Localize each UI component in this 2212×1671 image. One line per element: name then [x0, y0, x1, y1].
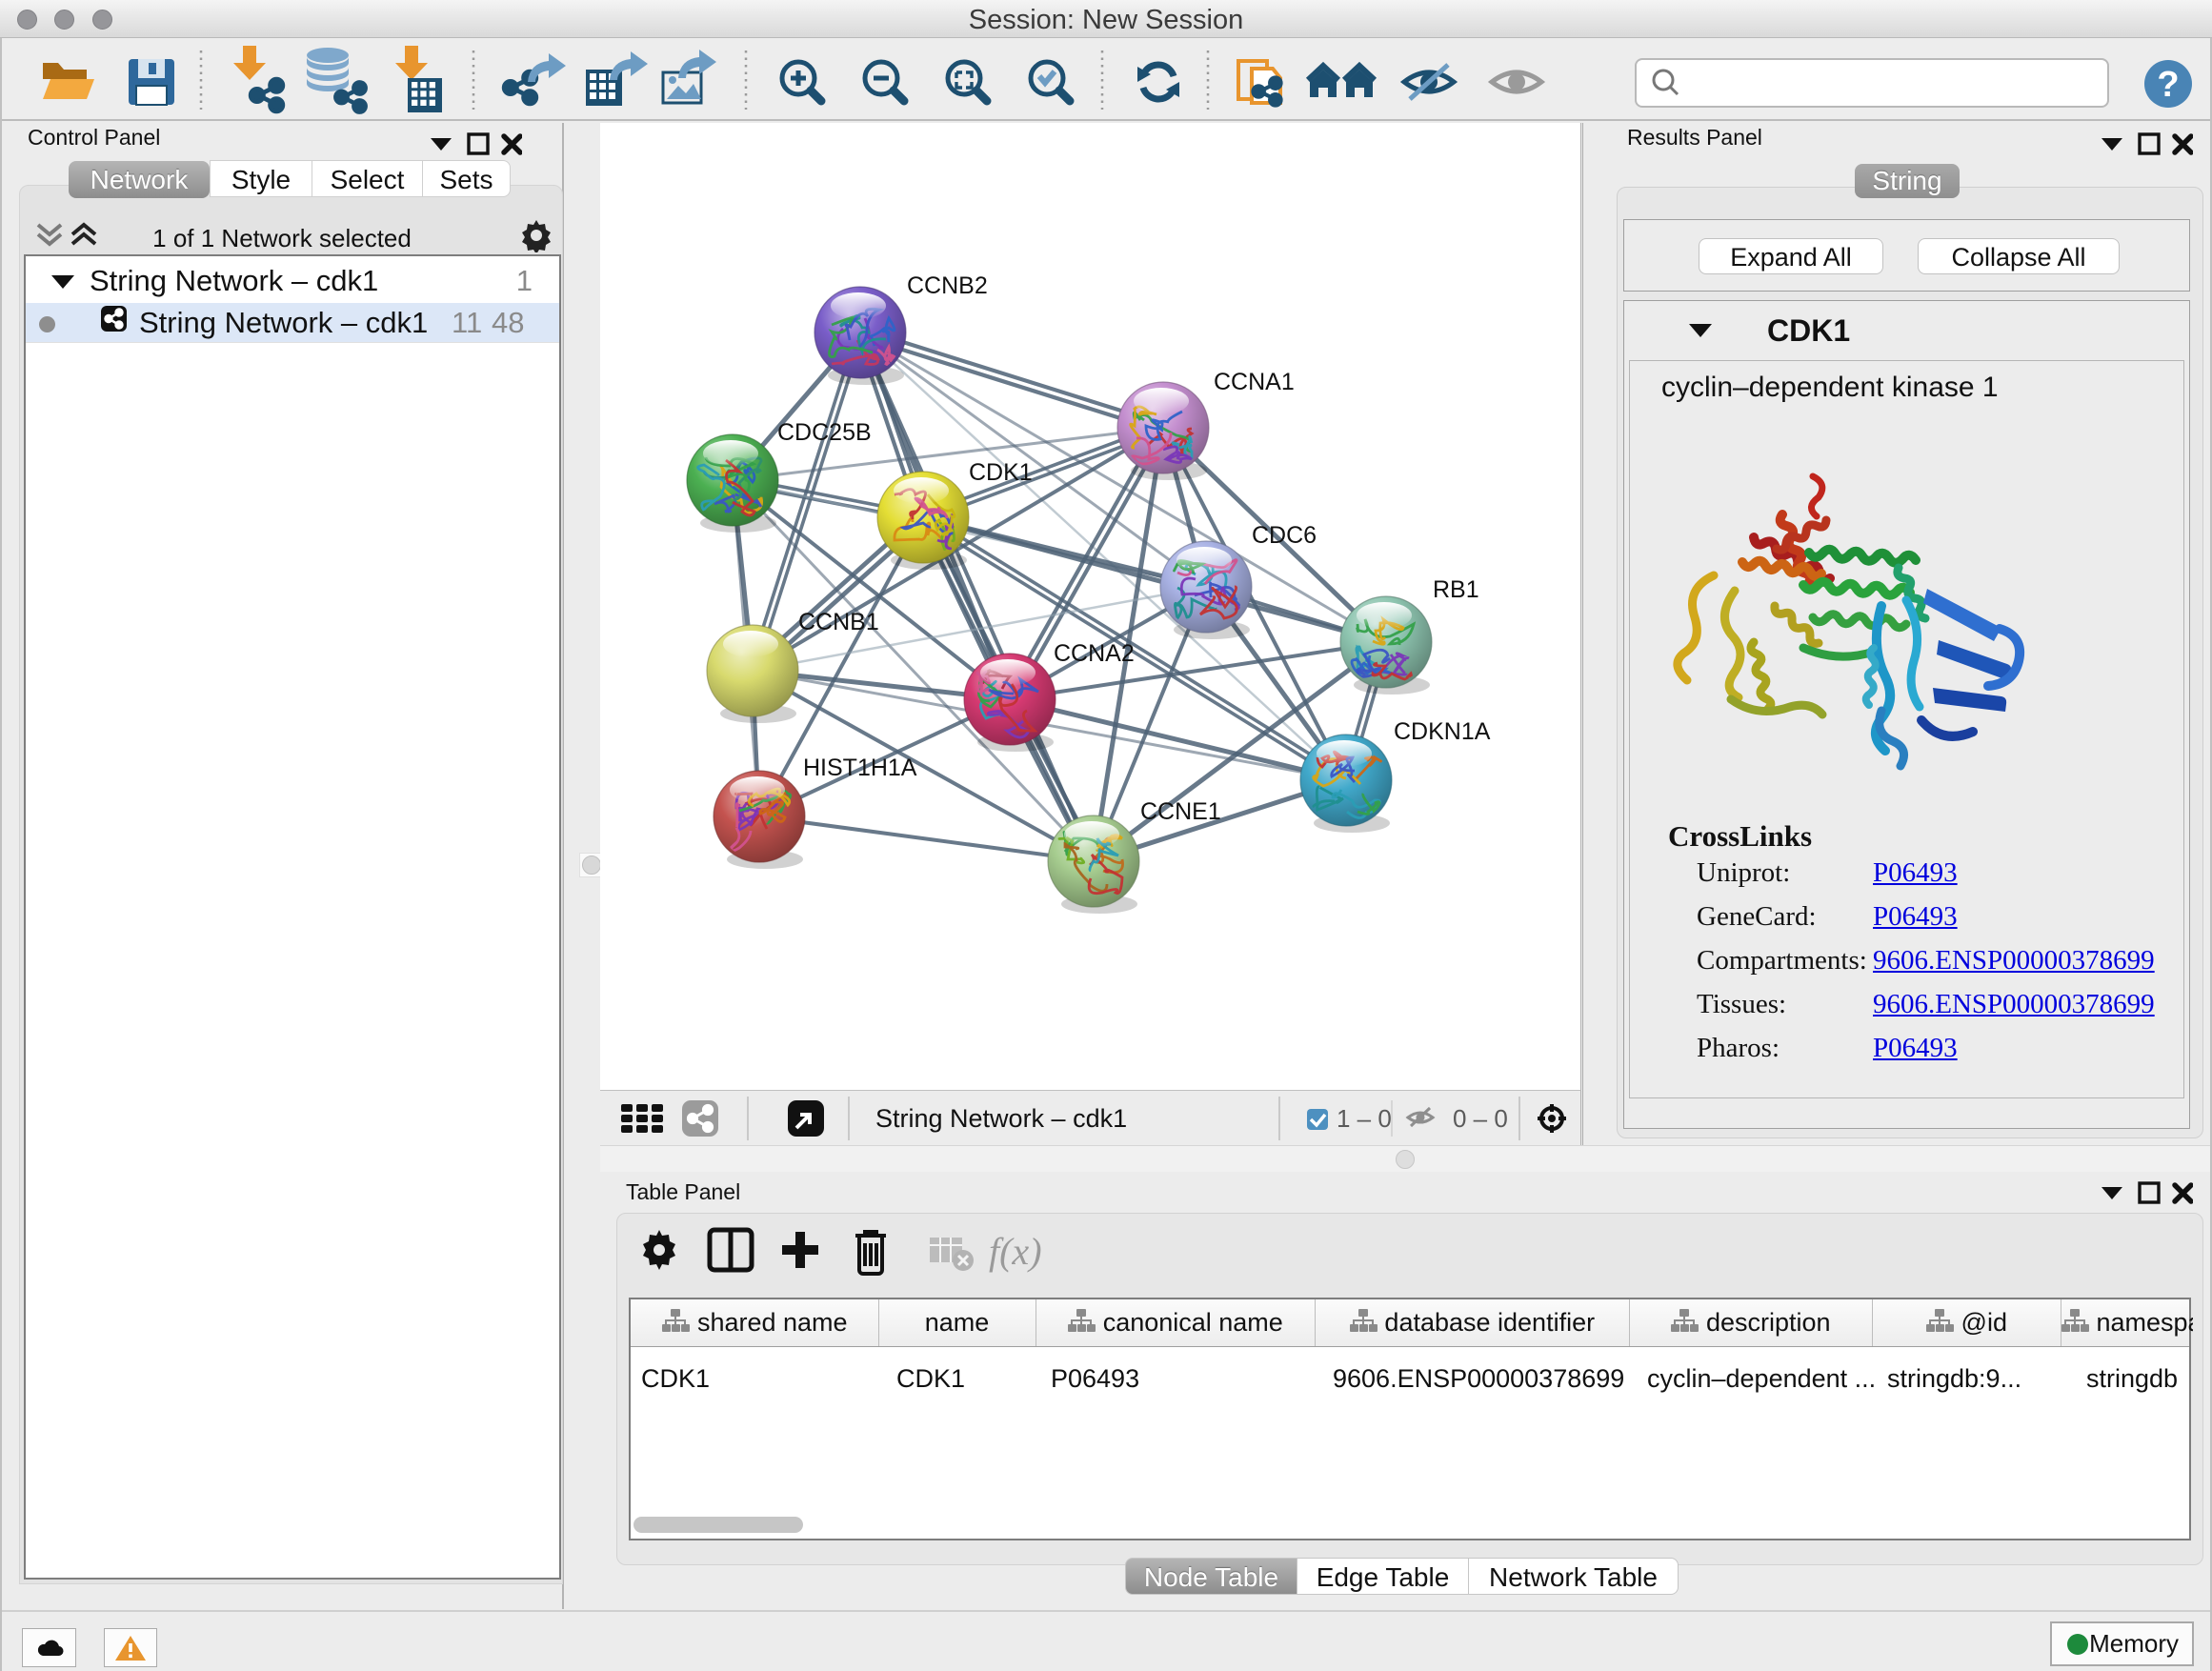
svg-text:CDKN1A: CDKN1A	[1394, 718, 1491, 745]
svg-text:CDC6: CDC6	[1252, 522, 1317, 549]
svg-text:CCNB1: CCNB1	[798, 609, 879, 635]
svg-text:CDC25B: CDC25B	[777, 419, 872, 446]
svg-text:String Network – cdk1: String Network – cdk1	[875, 1104, 1127, 1133]
svg-text:?: ?	[2157, 65, 2179, 105]
svg-text:RB1: RB1	[1433, 576, 1479, 603]
svg-text:HIST1H1A: HIST1H1A	[803, 755, 917, 781]
svg-text:CCNA2: CCNA2	[1054, 640, 1135, 667]
svg-text:CCNB2: CCNB2	[907, 272, 988, 299]
svg-text:1 – 0: 1 – 0	[1337, 1104, 1392, 1133]
svg-text:f(x): f(x)	[989, 1230, 1042, 1273]
svg-text:CCNA1: CCNA1	[1214, 369, 1295, 395]
svg-text:CCNE1: CCNE1	[1140, 798, 1221, 825]
svg-text:CDK1: CDK1	[969, 459, 1033, 486]
svg-text:0 – 0: 0 – 0	[1453, 1104, 1508, 1133]
